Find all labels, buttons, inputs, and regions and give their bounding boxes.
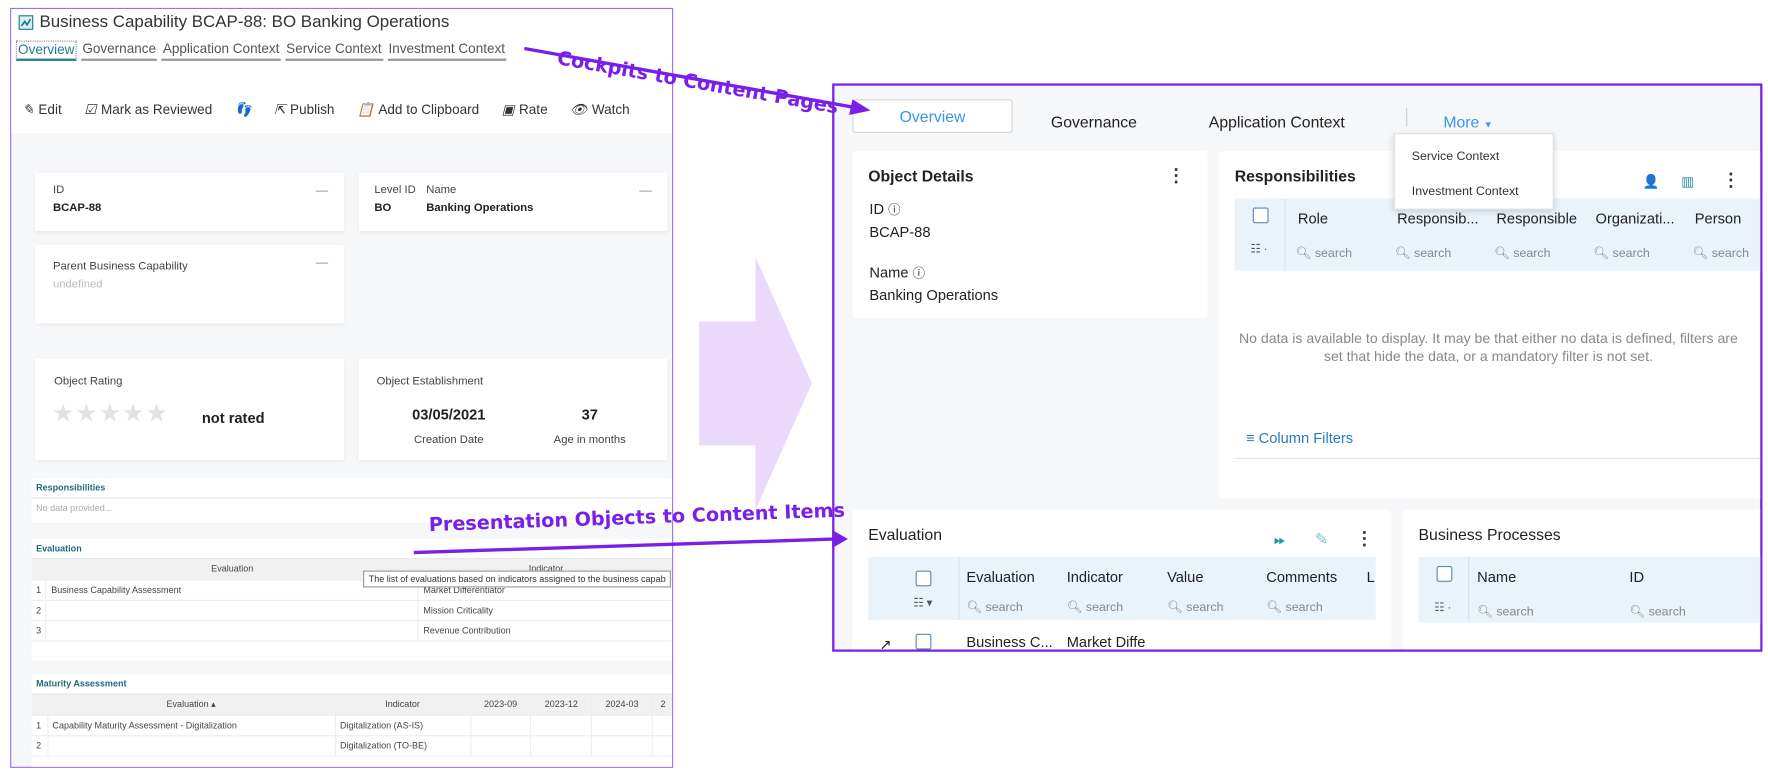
annotation-arrows	[413, 46, 871, 555]
